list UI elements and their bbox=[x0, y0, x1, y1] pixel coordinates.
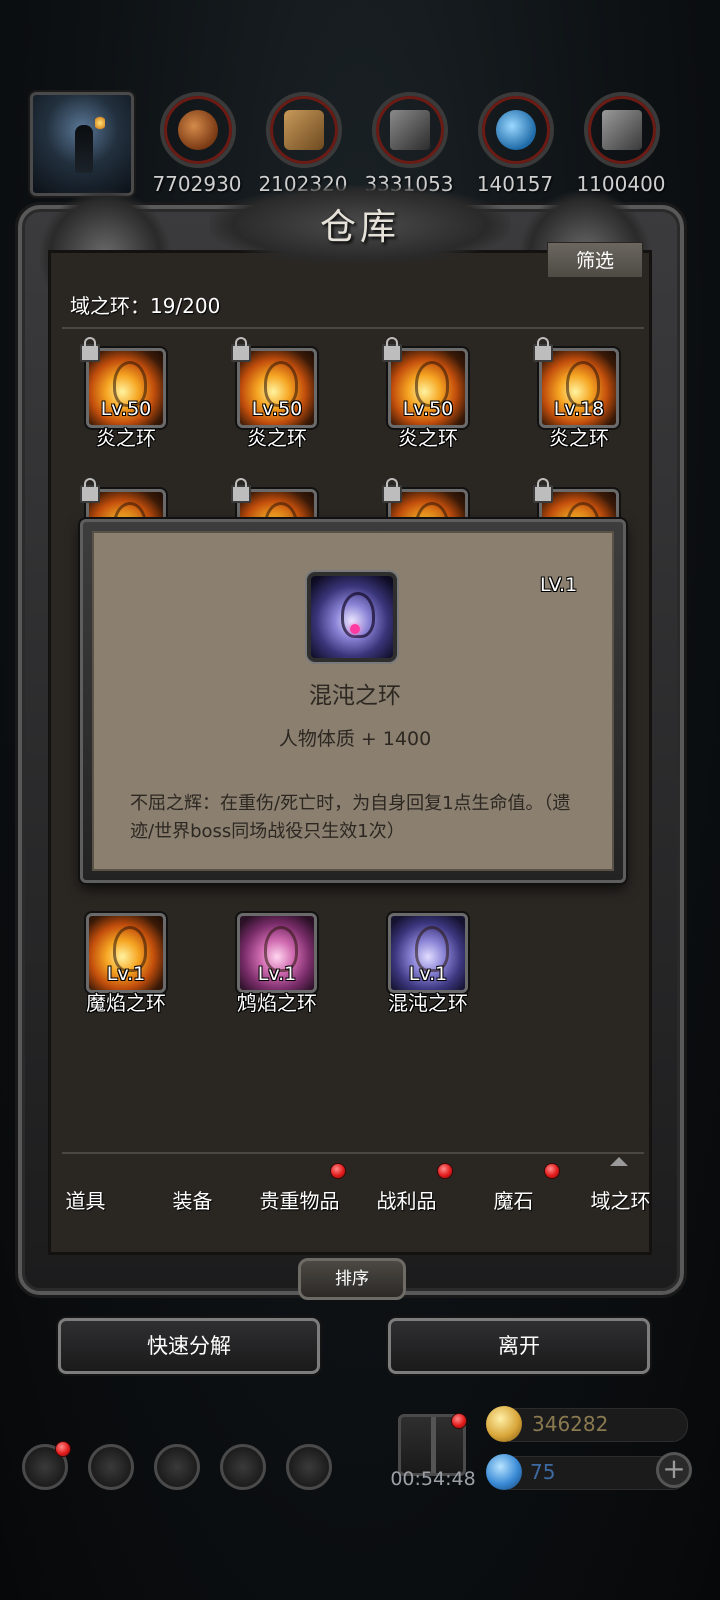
add-currency-button[interactable]: + bbox=[656, 1452, 692, 1488]
item-slot[interactable]: Lv.1 混沌之环 bbox=[388, 913, 472, 1015]
lock-icon bbox=[80, 337, 100, 362]
gem-value: 75 bbox=[530, 1460, 556, 1484]
item-name: 炎之环 bbox=[96, 426, 156, 450]
tab-items[interactable]: 道具 bbox=[32, 1185, 139, 1214]
item-name: 炎之环 bbox=[398, 426, 458, 450]
item-slot[interactable]: Lv.50 炎之环 bbox=[231, 337, 321, 450]
star-icon[interactable] bbox=[88, 1444, 134, 1490]
item-slot[interactable]: Lv.1 鸩焰之环 bbox=[237, 913, 321, 1015]
lock-icon bbox=[382, 478, 402, 503]
item-slot[interactable]: Lv.18 炎之环 bbox=[533, 337, 623, 450]
guild-icon[interactable] bbox=[154, 1444, 200, 1490]
item-slot[interactable]: Lv.1 魔焰之环 bbox=[86, 913, 170, 1015]
iron-resource-icon[interactable] bbox=[584, 92, 660, 168]
gem-icon bbox=[486, 1454, 522, 1490]
sort-button[interactable]: 排序 bbox=[298, 1258, 406, 1300]
lock-icon bbox=[533, 337, 553, 362]
tab-valuables[interactable]: 贵重物品 bbox=[246, 1185, 353, 1214]
item-level: Lv.1 bbox=[257, 963, 297, 985]
stone-resource-icon[interactable] bbox=[372, 92, 448, 168]
tooltip-description: 不屈之辉：在重伤/死亡时，为自身回复1点生命值。（遗迹/世界boss同场战役只生… bbox=[130, 793, 571, 842]
filter-button[interactable]: 筛选 bbox=[547, 242, 643, 278]
gold-coin-icon bbox=[486, 1406, 522, 1442]
item-name: 鸩焰之环 bbox=[237, 991, 317, 1015]
item-level: Lv.50 bbox=[251, 398, 303, 420]
item-level: Lv.1 bbox=[106, 963, 146, 985]
item-slot[interactable]: Lv.50 炎之环 bbox=[382, 337, 472, 450]
dice-icon[interactable] bbox=[286, 1444, 332, 1490]
crystal-resource-icon[interactable] bbox=[478, 92, 554, 168]
lock-icon bbox=[533, 478, 553, 503]
item-slot[interactable]: Lv.50 炎之环 bbox=[80, 337, 170, 450]
avatar-figure bbox=[75, 125, 93, 173]
notification-badge bbox=[438, 1164, 452, 1178]
item-name: 炎之环 bbox=[247, 426, 307, 450]
gold-value: 346282 bbox=[532, 1412, 609, 1436]
category-count: 域之环：19/200 bbox=[70, 294, 221, 318]
item-level: Lv.50 bbox=[100, 398, 152, 420]
tooltip-stat: 人物体质 + 1400 bbox=[278, 728, 432, 750]
chaos-ring-icon bbox=[307, 572, 397, 662]
tab-divider bbox=[62, 1152, 644, 1154]
player-avatar[interactable] bbox=[28, 90, 136, 198]
lock-icon bbox=[382, 337, 402, 362]
tab-magic-stone[interactable]: 魔石 bbox=[460, 1185, 567, 1214]
item-name: 炎之环 bbox=[549, 426, 609, 450]
item-level: Lv.50 bbox=[402, 398, 454, 420]
quick-decompose-button[interactable]: 快速分解 bbox=[58, 1318, 320, 1374]
active-tab-indicator-icon bbox=[610, 1157, 628, 1166]
notification-badge bbox=[56, 1442, 70, 1456]
page-title: 仓库 bbox=[319, 207, 400, 248]
lock-icon bbox=[80, 478, 100, 503]
lock-icon bbox=[231, 478, 251, 503]
leave-button[interactable]: 离开 bbox=[388, 1318, 650, 1374]
item-name: 混沌之环 bbox=[388, 991, 468, 1015]
torch-flame-icon bbox=[95, 115, 105, 131]
tab-loot[interactable]: 战利品 bbox=[353, 1185, 460, 1214]
tab-equipment[interactable]: 装备 bbox=[139, 1185, 246, 1214]
divider bbox=[62, 327, 644, 329]
ore-resource-icon[interactable] bbox=[160, 92, 236, 168]
wood-resource-icon[interactable] bbox=[266, 92, 342, 168]
notification-badge bbox=[331, 1164, 345, 1178]
item-level: Lv.18 bbox=[553, 398, 605, 420]
mail-icon[interactable] bbox=[220, 1444, 266, 1490]
lock-icon bbox=[231, 337, 251, 362]
tooltip-level: LV.1 bbox=[540, 574, 578, 596]
tooltip-item-name: 混沌之环 bbox=[309, 683, 401, 709]
notification-badge bbox=[452, 1414, 466, 1428]
gift-timer: 00:54:48 bbox=[390, 1468, 476, 1490]
item-level: Lv.1 bbox=[408, 963, 448, 985]
notification-badge bbox=[545, 1164, 559, 1178]
item-name: 魔焰之环 bbox=[86, 991, 166, 1015]
tab-domain-ring[interactable]: 域之环 bbox=[567, 1185, 674, 1214]
